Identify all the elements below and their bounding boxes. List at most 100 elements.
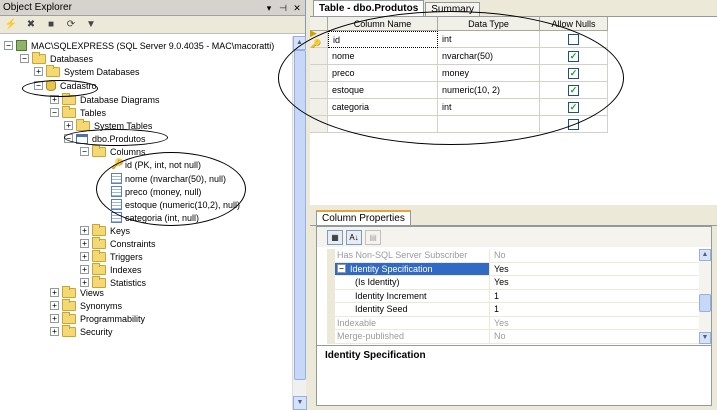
property-value[interactable]: 1 — [490, 290, 699, 303]
allow-nulls-checkbox[interactable] — [568, 118, 579, 130]
stop-icon[interactable]: ■ — [44, 19, 58, 31]
allow-nulls-checkbox[interactable]: ✓ — [568, 67, 579, 79]
tree-node-synonyms[interactable]: + Synonyms — [50, 298, 122, 312]
tree-node-server[interactable]: − MAC\SQLEXPRESS (SQL Server 9.0.4035 - … — [4, 39, 274, 52]
row-selector[interactable] — [310, 82, 328, 99]
expand-icon[interactable]: + — [80, 252, 89, 261]
table-row[interactable]: categoria int ✓ — [310, 99, 608, 116]
table-row[interactable]: estoque numeric(10, 2) ✓ — [310, 82, 608, 99]
expand-icon[interactable]: + — [80, 226, 89, 235]
expand-icon[interactable]: + — [80, 239, 89, 248]
cell-column-name[interactable]: preco — [328, 65, 438, 82]
tree-node-database-diagrams[interactable]: + Database Diagrams — [50, 92, 160, 106]
tree-node-databases[interactable]: − Databases — [20, 51, 93, 65]
tree-node-column-categoria[interactable]: categoria (int, null) — [111, 211, 199, 224]
property-row[interactable]: Has Non-SQL Server Subscriber No — [327, 249, 699, 263]
tree-node-programmability[interactable]: + Programmability — [50, 311, 145, 325]
property-row[interactable]: (Is Identity) Yes — [327, 276, 699, 290]
cell-allow-nulls[interactable]: ✓ — [540, 48, 608, 65]
table-row-new[interactable] — [310, 116, 608, 133]
tree-node-system-databases[interactable]: + System Databases — [34, 64, 140, 78]
row-selector[interactable]: ▶🔑 — [310, 28, 328, 49]
tree-node-columns[interactable]: − Columns — [80, 144, 146, 158]
cell-column-name[interactable]: nome — [328, 48, 438, 65]
tree-node-column-nome[interactable]: nome (nvarchar(50), null) — [111, 172, 226, 185]
collapse-icon[interactable]: − — [337, 264, 346, 274]
cell-allow-nulls[interactable] — [540, 116, 608, 133]
allow-nulls-checkbox[interactable]: ✓ — [568, 50, 579, 62]
property-row[interactable]: Merge-published No — [327, 330, 699, 344]
table-row[interactable]: ▶🔑 id int — [310, 28, 608, 49]
table-row[interactable]: nome nvarchar(50) ✓ — [310, 48, 608, 65]
scroll-down-icon[interactable]: ▼ — [699, 332, 711, 344]
scroll-up-icon[interactable]: ▲ — [293, 36, 306, 50]
tree-node-keys[interactable]: + Keys — [80, 223, 130, 237]
close-icon[interactable]: ✕ — [291, 2, 303, 14]
table-row[interactable]: preco money ✓ — [310, 65, 608, 82]
collapse-icon[interactable]: − — [20, 54, 29, 63]
pin-icon[interactable]: ⊣ — [277, 2, 289, 14]
cell-column-name[interactable]: estoque — [328, 82, 438, 99]
disconnect-icon[interactable]: ✖ — [24, 19, 38, 31]
connect-icon[interactable]: ⚡ — [4, 19, 18, 31]
row-selector[interactable] — [310, 48, 328, 65]
categorized-icon[interactable]: ▦ — [327, 229, 343, 245]
property-value[interactable]: 1 — [490, 303, 699, 316]
tab-table-dbo-produtos[interactable]: Table - dbo.Produtos — [313, 0, 425, 16]
allow-nulls-checkbox[interactable]: ✓ — [568, 101, 579, 113]
tab-summary[interactable]: Summary — [425, 2, 481, 16]
filter-icon[interactable]: ▼ — [84, 19, 98, 31]
tree-node-indexes[interactable]: + Indexes — [80, 262, 142, 276]
cell-data-type[interactable]: int — [438, 99, 540, 116]
property-value[interactable]: No — [490, 330, 699, 343]
tree-node-views[interactable]: + Views — [50, 285, 104, 299]
property-row-selected[interactable]: − Identity Specification Yes — [327, 262, 699, 276]
cell-allow-nulls[interactable] — [540, 31, 608, 48]
scroll-down-icon[interactable]: ▼ — [293, 396, 307, 410]
expand-icon[interactable]: + — [50, 327, 59, 336]
cell-data-type[interactable]: nvarchar(50) — [438, 48, 540, 65]
allow-nulls-checkbox[interactable]: ✓ — [568, 84, 579, 96]
cell-data-type[interactable] — [438, 116, 540, 133]
cell-allow-nulls[interactable]: ✓ — [540, 65, 608, 82]
tree-node-system-tables[interactable]: + System Tables — [64, 118, 152, 132]
collapse-icon[interactable]: − — [50, 108, 59, 117]
dropdown-icon[interactable]: ▾ — [263, 2, 275, 14]
header-column-name[interactable]: Column Name — [328, 17, 438, 31]
tree-node-triggers[interactable]: + Triggers — [80, 249, 143, 263]
property-scrollbar[interactable]: ▲ ▼ — [699, 249, 711, 344]
collapse-icon[interactable]: − — [4, 41, 13, 50]
expand-icon[interactable]: + — [50, 314, 59, 323]
property-row[interactable]: Identity Increment 1 — [327, 289, 699, 303]
collapse-icon[interactable]: − — [64, 134, 73, 143]
header-data-type[interactable]: Data Type — [438, 17, 540, 31]
property-value[interactable]: No — [490, 249, 699, 262]
cell-allow-nulls[interactable]: ✓ — [540, 99, 608, 116]
row-selector[interactable] — [310, 99, 328, 116]
tree-node-security[interactable]: + Security — [50, 324, 113, 338]
row-selector[interactable] — [310, 65, 328, 82]
cell-allow-nulls[interactable]: ✓ — [540, 82, 608, 99]
property-value[interactable]: Yes — [490, 276, 699, 289]
cell-data-type[interactable]: int — [438, 31, 540, 48]
scroll-thumb[interactable] — [699, 294, 711, 312]
property-row[interactable]: Identity Seed 1 — [327, 303, 699, 317]
expand-icon[interactable]: + — [34, 67, 43, 76]
cell-data-type[interactable]: numeric(10, 2) — [438, 82, 540, 99]
property-value[interactable]: Yes — [490, 317, 699, 330]
property-value[interactable]: Yes — [490, 263, 699, 276]
refresh-icon[interactable]: ⟳ — [64, 19, 78, 31]
tree-node-dbo-produtos[interactable]: − dbo.Produtos — [64, 132, 146, 145]
cell-data-type[interactable]: money — [438, 65, 540, 82]
allow-nulls-checkbox[interactable] — [568, 33, 579, 45]
alphabetical-icon[interactable]: A↓ — [346, 229, 362, 245]
tree-node-cadastro[interactable]: − Cadastro — [34, 79, 97, 92]
expand-icon[interactable]: + — [80, 265, 89, 274]
object-explorer-scrollbar[interactable]: ▲ ▼ — [292, 36, 307, 410]
tab-column-properties[interactable]: Column Properties — [316, 210, 411, 225]
cell-column-name[interactable] — [328, 116, 438, 133]
cell-column-name[interactable]: categoria — [328, 99, 438, 116]
tree-node-constraints[interactable]: + Constraints — [80, 236, 156, 250]
header-allow-nulls[interactable]: Allow Nulls — [540, 17, 608, 31]
cell-column-name[interactable]: id — [328, 31, 438, 48]
